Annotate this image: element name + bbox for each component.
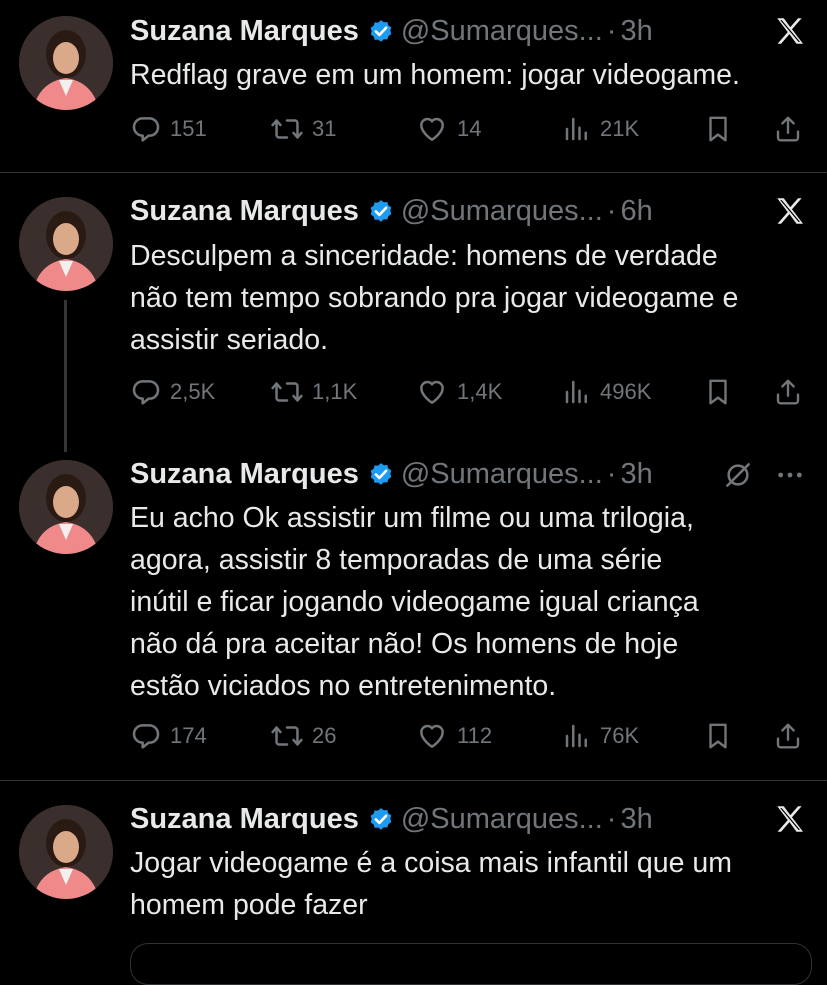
verified-badge-icon — [367, 460, 395, 488]
thread-connector — [64, 300, 67, 452]
tweet-divider — [0, 780, 827, 781]
media-card[interactable] — [130, 943, 812, 985]
tweet-divider — [0, 172, 827, 173]
like-icon — [415, 720, 449, 752]
tweet-actions: 151 31 14 21K — [130, 112, 810, 146]
author-name[interactable]: Suzana Marques — [130, 195, 359, 228]
retweet-count: 1,1K — [312, 379, 358, 404]
retweet-button[interactable]: 1,1K — [270, 375, 357, 409]
tweet-text: Desculpem a sinceridade: homens de verda… — [130, 240, 739, 356]
views-button[interactable]: 76K — [562, 719, 639, 753]
like-button[interactable]: 14 — [415, 112, 481, 146]
like-icon — [415, 376, 449, 408]
bookmark-icon — [703, 113, 733, 145]
like-button[interactable]: 112 — [415, 719, 492, 753]
tweet-text: Jogar videogame é a coisa mais infantil … — [130, 847, 732, 921]
views-icon — [562, 377, 592, 407]
share-button[interactable] — [773, 112, 803, 146]
tweet-text: Redflag grave em um homem: jogar videoga… — [130, 59, 740, 91]
views-count: 21K — [600, 116, 640, 141]
views-icon — [562, 721, 592, 751]
separator-dot: · — [606, 14, 617, 47]
author-handle[interactable]: @Sumarques... — [401, 195, 603, 228]
reply-button[interactable]: 2,5K — [130, 375, 215, 409]
share-icon — [773, 376, 803, 408]
reply-count: 2,5K — [170, 379, 216, 404]
reply-count: 151 — [170, 116, 207, 141]
reply-button[interactable]: 174 — [130, 719, 207, 753]
reply-icon — [130, 113, 162, 145]
reply-icon — [130, 376, 162, 408]
bookmark-button[interactable] — [703, 719, 733, 753]
timestamp[interactable]: 3h — [620, 803, 652, 836]
retweet-icon — [270, 113, 304, 145]
tweet-text: Eu acho Ok assistir um filme ou uma tril… — [130, 502, 699, 702]
verified-badge-icon — [367, 17, 395, 45]
tweet-header: Suzana Marques @Sumarques... · 3h — [130, 802, 653, 836]
like-count: 14 — [457, 116, 482, 141]
separator-dot: · — [606, 457, 617, 490]
author-name[interactable]: Suzana Marques — [130, 15, 359, 48]
views-icon — [562, 114, 592, 144]
like-button[interactable]: 1,4K — [415, 375, 502, 409]
views-button[interactable]: 21K — [562, 112, 639, 146]
x-logo-icon — [773, 194, 807, 233]
tweet-actions: 174 26 112 76K — [130, 719, 810, 753]
bookmark-icon — [703, 376, 733, 408]
author-handle[interactable]: @Sumarques... — [401, 803, 603, 836]
reply-icon — [130, 720, 162, 752]
author-name[interactable]: Suzana Marques — [130, 458, 359, 491]
views-count: 76K — [600, 723, 640, 748]
verified-badge-icon — [367, 197, 395, 225]
bookmark-button[interactable] — [703, 112, 733, 146]
bookmark-button[interactable] — [703, 375, 733, 409]
retweet-button[interactable]: 26 — [270, 719, 336, 753]
retweet-icon — [270, 720, 304, 752]
reply-count: 174 — [170, 723, 207, 748]
timestamp[interactable]: 6h — [620, 195, 652, 228]
views-count: 496K — [600, 379, 652, 404]
like-count: 1,4K — [457, 379, 503, 404]
author-handle[interactable]: @Sumarques... — [401, 458, 603, 491]
more-icon[interactable] — [774, 459, 806, 496]
x-logo-icon — [773, 14, 807, 53]
bookmark-icon — [703, 720, 733, 752]
timestamp[interactable]: 3h — [620, 15, 652, 48]
retweet-count: 26 — [312, 723, 337, 748]
retweet-button[interactable]: 31 — [270, 112, 336, 146]
share-button[interactable] — [773, 375, 803, 409]
tweet-header: Suzana Marques @Sumarques... · 3h — [130, 457, 653, 491]
separator-dot: · — [606, 802, 617, 835]
author-name[interactable]: Suzana Marques — [130, 803, 359, 836]
retweet-icon — [270, 376, 304, 408]
grok-icon[interactable] — [722, 459, 754, 496]
verified-badge-icon — [367, 805, 395, 833]
tweet-header: Suzana Marques @Sumarques... · 3h — [130, 14, 653, 48]
share-icon — [773, 113, 803, 145]
avatar[interactable] — [19, 805, 113, 899]
share-button[interactable] — [773, 719, 803, 753]
like-count: 112 — [457, 723, 493, 748]
avatar[interactable] — [19, 16, 113, 110]
share-icon — [773, 720, 803, 752]
timestamp[interactable]: 3h — [620, 458, 652, 491]
tweet-header: Suzana Marques @Sumarques... · 6h — [130, 194, 653, 228]
views-button[interactable]: 496K — [562, 375, 651, 409]
like-icon — [415, 113, 449, 145]
author-handle[interactable]: @Sumarques... — [401, 15, 603, 48]
separator-dot: · — [606, 194, 617, 227]
x-logo-icon — [773, 802, 807, 841]
reply-button[interactable]: 151 — [130, 112, 207, 146]
avatar[interactable] — [19, 460, 113, 554]
avatar[interactable] — [19, 197, 113, 291]
retweet-count: 31 — [312, 116, 337, 141]
tweet-actions: 2,5K 1,1K 1,4K 496K — [130, 375, 810, 409]
